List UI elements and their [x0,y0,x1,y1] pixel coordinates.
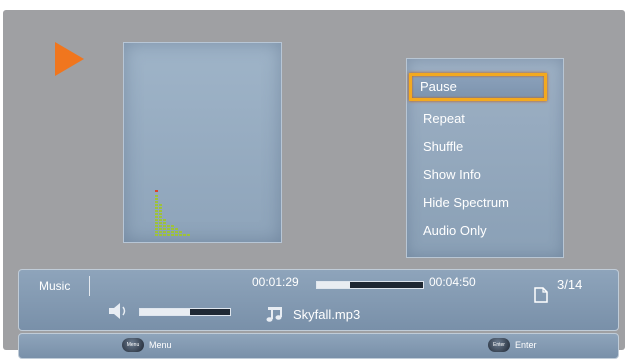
elapsed-time: 00:01:29 [252,275,299,289]
menu-item-audio-only[interactable]: Audio Only [412,217,546,245]
menu-item-label: Repeat [423,111,465,126]
menu-item-show-info[interactable]: Show Info [412,161,546,189]
spectrum-bar [163,218,166,236]
playback-info-bar: Music 00:01:29 00:04:50 3/14 Skyfall.mp3 [18,269,619,331]
spectrum-bar [171,224,174,236]
music-note-icon [266,307,282,322]
track-filename: Skyfall.mp3 [293,307,361,322]
volume-fill [140,309,190,315]
menu-item-repeat[interactable]: Repeat [412,105,546,133]
playback-menu: Pause Repeat Shuffle Show Info Hide Spec… [406,58,564,258]
menu-item-label: Audio Only [423,223,487,238]
playback-progress-bar[interactable] [316,281,424,289]
divider [89,276,90,296]
spectrum-panel [123,42,282,243]
key-hint-bar: Menu Menu Enter Enter [18,333,619,359]
enter-key-badge[interactable]: Enter [488,338,510,352]
spectrum-bar [167,224,170,236]
spectrum-bar [159,203,162,236]
spectrum-visualizer [155,176,215,236]
menu-item-label: Show Info [423,167,481,182]
enter-key-label: Enter [515,340,537,350]
file-icon [534,287,548,303]
menu-item-label: Hide Spectrum [423,195,509,210]
menu-key-badge[interactable]: Menu [122,338,144,352]
spectrum-bar [187,233,190,236]
menu-item-label: Pause [420,79,457,94]
progress-fill [317,282,350,288]
spectrum-bar [155,189,158,236]
volume-slider[interactable] [139,308,231,316]
spectrum-bar [175,227,178,236]
speaker-icon[interactable] [107,301,131,321]
media-player-screen: Pause Repeat Shuffle Show Info Hide Spec… [3,10,625,359]
total-time: 00:04:50 [429,275,476,289]
menu-item-hide-spectrum[interactable]: Hide Spectrum [412,189,546,217]
spectrum-bar [183,233,186,236]
track-position: 3/14 [557,277,583,292]
menu-item-label: Shuffle [423,139,464,154]
source-label: Music [39,279,71,293]
menu-key-label: Menu [149,340,172,350]
menu-item-pause[interactable]: Pause [409,73,547,101]
spectrum-bar [179,230,182,236]
menu-item-shuffle[interactable]: Shuffle [412,133,546,161]
play-icon [55,42,84,76]
